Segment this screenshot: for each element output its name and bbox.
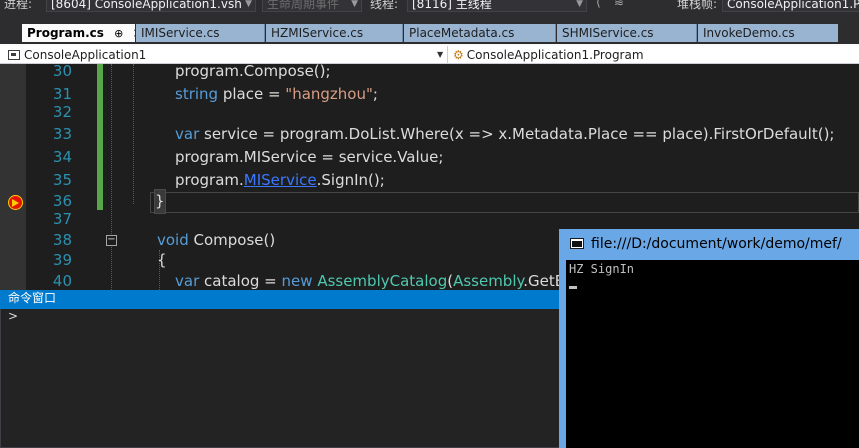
- code-fragment: .SignIn();: [316, 171, 385, 189]
- tab-label: Program.cs: [27, 26, 104, 40]
- line-number: 33: [52, 125, 72, 143]
- flag-icon[interactable]: ⟨: [596, 0, 601, 9]
- pin-icon[interactable]: ⊕: [114, 27, 123, 40]
- console-output-text: HZ SignIn: [569, 262, 635, 276]
- tab-imiservice-cs[interactable]: IMIService.cs: [136, 24, 265, 42]
- debug-toolbar: 进程: [8604] ConsoleApplication1.vsh ▼ 生命周…: [0, 0, 859, 18]
- code-text: {: [157, 251, 167, 269]
- console-cursor: [569, 286, 577, 289]
- line-number: 40: [52, 272, 72, 290]
- lifecycle-value: 生命周期事件: [267, 0, 340, 11]
- code-fragment: Compose(): [188, 231, 276, 249]
- tab-hzmiservice-cs[interactable]: HZMIService.cs: [266, 24, 403, 42]
- command-prompt: >: [8, 309, 19, 323]
- code-fragment: catalog =: [199, 272, 282, 290]
- tab-invokedemo-cs[interactable]: InvokeDemo.cs: [698, 24, 838, 42]
- member-dropdown[interactable]: ⚙ ConsoleApplication1.Program: [449, 46, 859, 64]
- tab-label: IMIService.cs: [141, 26, 220, 40]
- console-title-bar[interactable]: file:///D:/document/work/demo/mef/: [559, 229, 859, 260]
- member-name: ConsoleApplication1.Program: [466, 48, 644, 62]
- line-number: 39: [52, 251, 72, 269]
- keyword: new: [281, 272, 313, 290]
- line-number: 30: [52, 64, 72, 80]
- project-name: ConsoleApplication1: [24, 48, 147, 62]
- keyword: var: [175, 125, 200, 143]
- stack-frame-label: 堆栈帧:: [677, 0, 718, 11]
- lifecycle-events-dropdown[interactable]: 生命周期事件 ▼: [262, 0, 362, 12]
- project-dropdown[interactable]: ConsoleApplication1 ▼: [0, 46, 448, 64]
- thread-value: [8116] 主线程: [412, 0, 492, 11]
- keyword: void: [157, 231, 189, 249]
- console-title: file:///D:/document/work/demo/mef/: [591, 236, 842, 252]
- code-line: 32: [0, 101, 859, 124]
- code-text: program.MIService = service.Value;: [175, 148, 444, 166]
- code-text: var service = program.DoList.Where(x => …: [175, 123, 834, 146]
- tab-shmiservice-cs[interactable]: SHMIService.cs: [557, 24, 697, 42]
- tab-label: InvokeDemo.cs: [703, 26, 795, 40]
- tab-placemetadata-cs[interactable]: PlaceMetadata.cs: [404, 24, 556, 42]
- code-line: 37: [0, 208, 859, 231]
- console-icon: [570, 238, 584, 249]
- chevron-down-icon: ▼: [245, 0, 252, 9]
- thread-dropdown[interactable]: [8116] 主线程 ▼: [407, 0, 587, 12]
- code-fragment: program.: [175, 171, 244, 189]
- stack-frame-value: ConsoleApplication1.Pro: [727, 0, 859, 11]
- process-label: 进程:: [4, 0, 33, 11]
- code-fragment: service = program.DoList.Where(x => x.Me…: [199, 125, 835, 143]
- command-window: 命令窗口 >: [0, 290, 560, 448]
- document-tab-strip: Program.cs ⊕ × IMIService.cs HZMIService…: [0, 18, 859, 44]
- code-line: 30 program.Compose();: [0, 64, 859, 83]
- thread-label: 线程:: [370, 0, 399, 11]
- tab-program-cs[interactable]: Program.cs ⊕ ×: [22, 24, 135, 42]
- command-window-title[interactable]: 命令窗口: [0, 290, 560, 309]
- project-icon: [8, 50, 20, 60]
- tab-label: PlaceMetadata.cs: [409, 26, 515, 40]
- code-text: var catalog = new AssemblyCatalog(Assemb…: [175, 270, 564, 290]
- chevron-down-icon: ▼: [351, 0, 358, 9]
- thread-filter-icon[interactable]: ≋: [614, 0, 624, 9]
- console-window: file:///D:/document/work/demo/mef/ HZ Si…: [559, 229, 859, 448]
- line-number: 32: [52, 103, 72, 121]
- type-name: Assembly: [453, 272, 524, 290]
- process-dropdown[interactable]: [8604] ConsoleApplication1.vsh ▼: [46, 0, 256, 12]
- stack-frame-dropdown[interactable]: ConsoleApplication1.Pro: [722, 0, 859, 12]
- chevron-down-icon: ▼: [437, 50, 444, 59]
- line-number: 37: [52, 210, 72, 228]
- code-text: program.Compose();: [175, 64, 331, 80]
- line-number: 35: [52, 171, 72, 189]
- navigation-bar: ConsoleApplication1 ▼ ⚙ ConsoleApplicatio…: [0, 44, 859, 64]
- chevron-down-icon: ▼: [576, 0, 583, 9]
- close-icon[interactable]: ×: [132, 26, 135, 40]
- console-output[interactable]: HZ SignIn: [566, 260, 859, 448]
- tab-label: HZMIService.cs: [271, 26, 364, 40]
- code-line: 34 program.MIService = service.Value;: [0, 146, 859, 169]
- code-text: program.MIService.SignIn();: [175, 169, 385, 192]
- class-icon: ⚙: [453, 48, 464, 62]
- hover-link[interactable]: MIService: [244, 171, 317, 189]
- tab-label: SHMIService.cs: [562, 26, 654, 40]
- type-name: AssemblyCatalog: [317, 272, 448, 290]
- line-number: 34: [52, 148, 72, 166]
- command-input-area[interactable]: >: [0, 309, 560, 448]
- process-value: [8604] ConsoleApplication1.vsh: [51, 0, 242, 11]
- keyword: var: [175, 272, 200, 290]
- code-line: 33 var service = program.DoList.Where(x …: [0, 123, 859, 146]
- code-line: 35 program.MIService.SignIn();: [0, 169, 859, 192]
